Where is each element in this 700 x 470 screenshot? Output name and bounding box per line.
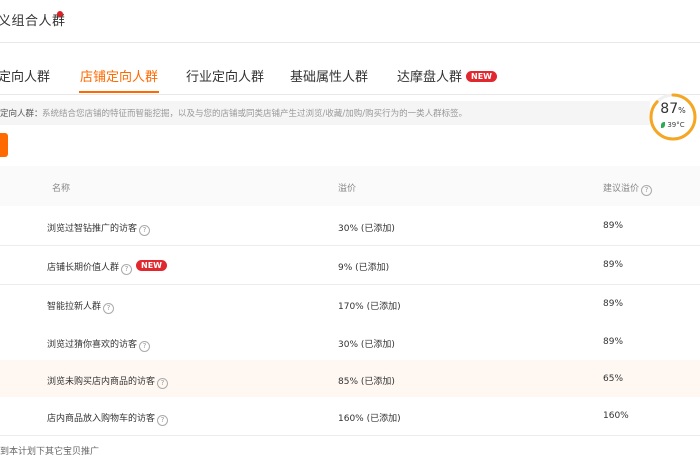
row-premium: 160% (已添加) [338, 414, 401, 424]
side-action-button[interactable] [0, 133, 8, 157]
help-icon[interactable]: ? [121, 264, 133, 275]
table-row[interactable]: 浏览过智钻推广的访客? 30% (已添加) 89% [0, 207, 700, 246]
row-suggested: 89% [603, 337, 624, 347]
row-suggested: 89% [603, 260, 624, 270]
row-premium: 30% (已添加) [338, 224, 395, 234]
header-suggested-premium: 建议溢价? [603, 181, 653, 196]
help-icon[interactable]: ? [103, 303, 115, 314]
help-icon[interactable]: ? [139, 341, 151, 352]
row-suggested: 89% [603, 299, 624, 309]
row-name: 浏览过猜你喜欢的访客? [47, 337, 151, 352]
leaf-icon [661, 122, 666, 128]
help-icon[interactable]: ? [641, 185, 653, 196]
new-badge: NEW [466, 71, 497, 82]
row-premium: 170% (已添加) [338, 302, 401, 312]
row-premium: 85% (已添加) [338, 377, 395, 387]
tab-store-targeted-crowd[interactable]: 店铺定向人群 [80, 66, 158, 85]
footer-link[interactable]: 到本计划下其它宝贝推广 [0, 444, 99, 457]
help-icon[interactable]: ? [157, 415, 169, 426]
description-label: 定向人群： [0, 109, 43, 119]
active-tab-indicator [79, 91, 159, 93]
performance-gauge[interactable]: 87% 39°C [648, 92, 698, 142]
row-name: 浏览未购买店内商品的访客? [47, 374, 169, 389]
table-row[interactable]: 智能拉新人群? 170% (已添加) 89% [0, 285, 700, 324]
notification-dot [57, 11, 63, 17]
tab-targeted-crowd[interactable]: 定向人群 [0, 66, 50, 85]
table-row[interactable]: 店铺长期价值人群? NEW 9% (已添加) 89% [0, 246, 700, 285]
table-header: 名称 溢价 建议溢价? [0, 166, 700, 206]
row-suggested: 160% [603, 411, 629, 421]
header-premium: 溢价 [338, 184, 357, 194]
gauge-ring-icon [649, 93, 697, 141]
row-premium: 30% (已添加) [338, 340, 395, 350]
page-title: 义组合人群 [0, 14, 66, 29]
row-name: 浏览过智钻推广的访客? [47, 221, 151, 236]
description-text: 系统结合您店铺的特征而智能挖掘，以及与您的店铺或同类店铺产生过浏览/收藏/加购/… [42, 109, 468, 119]
description-bar: 定向人群： 系统结合您店铺的特征而智能挖掘，以及与您的店铺或同类店铺产生过浏览/… [0, 101, 650, 125]
row-name: 店铺长期价值人群? NEW [47, 260, 167, 275]
tab-basic-attribute-crowd[interactable]: 基础属性人群 [290, 66, 368, 85]
row-suggested: 65% [603, 374, 624, 384]
tab-bar: 定向人群 店铺定向人群 行业定向人群 基础属性人群 达摩盘人群 NEW [0, 42, 700, 95]
row-name: 智能拉新人群? [47, 299, 115, 314]
row-premium: 9% (已添加) [338, 263, 390, 273]
table-row[interactable]: 店内商品放入购物车的访客? 160% (已添加) 160% [0, 397, 700, 436]
help-icon[interactable]: ? [157, 378, 169, 389]
gauge-temperature: 39°C [648, 121, 698, 129]
table-row[interactable]: 浏览过猜你喜欢的访客? 30% (已添加) 89% [0, 323, 700, 362]
new-badge: NEW [136, 260, 167, 271]
table-row[interactable]: 浏览未购买店内商品的访客? 85% (已添加) 65% [0, 360, 700, 399]
tab-damopan-crowd[interactable]: 达摩盘人群 NEW [397, 66, 497, 85]
row-name: 店内商品放入购物车的访客? [47, 411, 169, 426]
row-suggested: 89% [603, 221, 624, 231]
help-icon[interactable]: ? [139, 225, 151, 236]
header-name: 名称 [52, 184, 71, 194]
tab-industry-targeted-crowd[interactable]: 行业定向人群 [186, 66, 264, 85]
gauge-value: 87% [660, 101, 686, 117]
title-bar: 义组合人群 [0, 0, 700, 43]
